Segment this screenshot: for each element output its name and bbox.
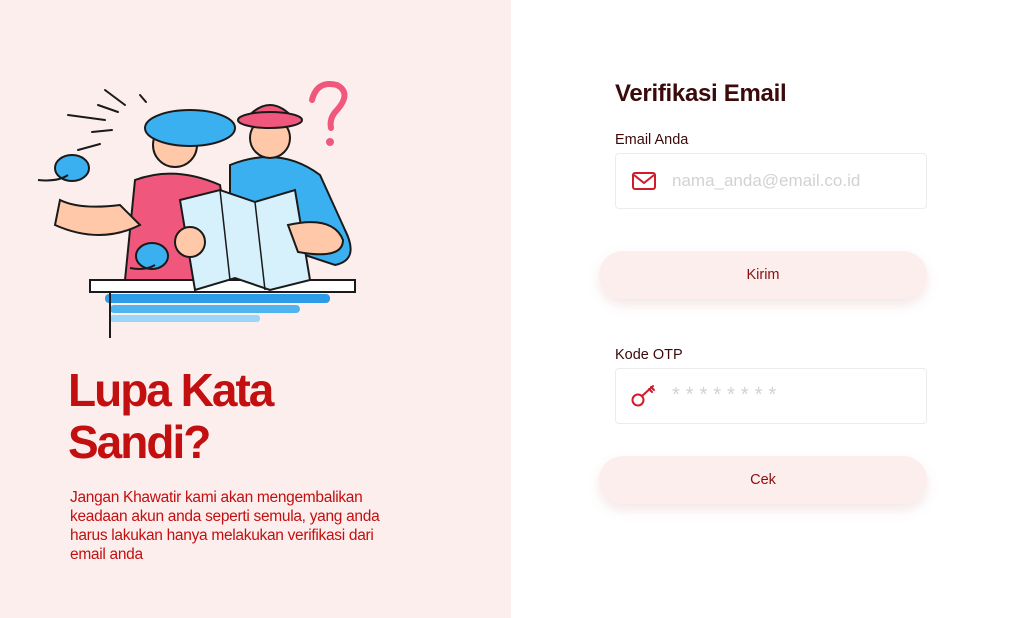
send-button[interactable]: Kirim [599,251,927,299]
left-panel: Lupa Kata Sandi? Jangan Khawatir kami ak… [0,0,511,618]
travelers-illustration [37,81,356,338]
otp-label: Kode OTP [615,347,683,363]
email-field[interactable] [615,153,927,209]
mail-icon [616,153,672,209]
page-headline: Lupa Kata Sandi? [68,364,274,468]
email-label: Email Anda [615,132,689,148]
check-button[interactable]: Cek [599,456,927,504]
email-input[interactable] [672,154,926,208]
key-icon [616,368,672,424]
otp-input[interactable] [672,369,926,423]
page-description: Jangan Khawatir kami akan mengembalikan … [70,489,380,563]
form-title: Verifikasi Email [615,80,787,107]
otp-field[interactable] [615,368,927,424]
